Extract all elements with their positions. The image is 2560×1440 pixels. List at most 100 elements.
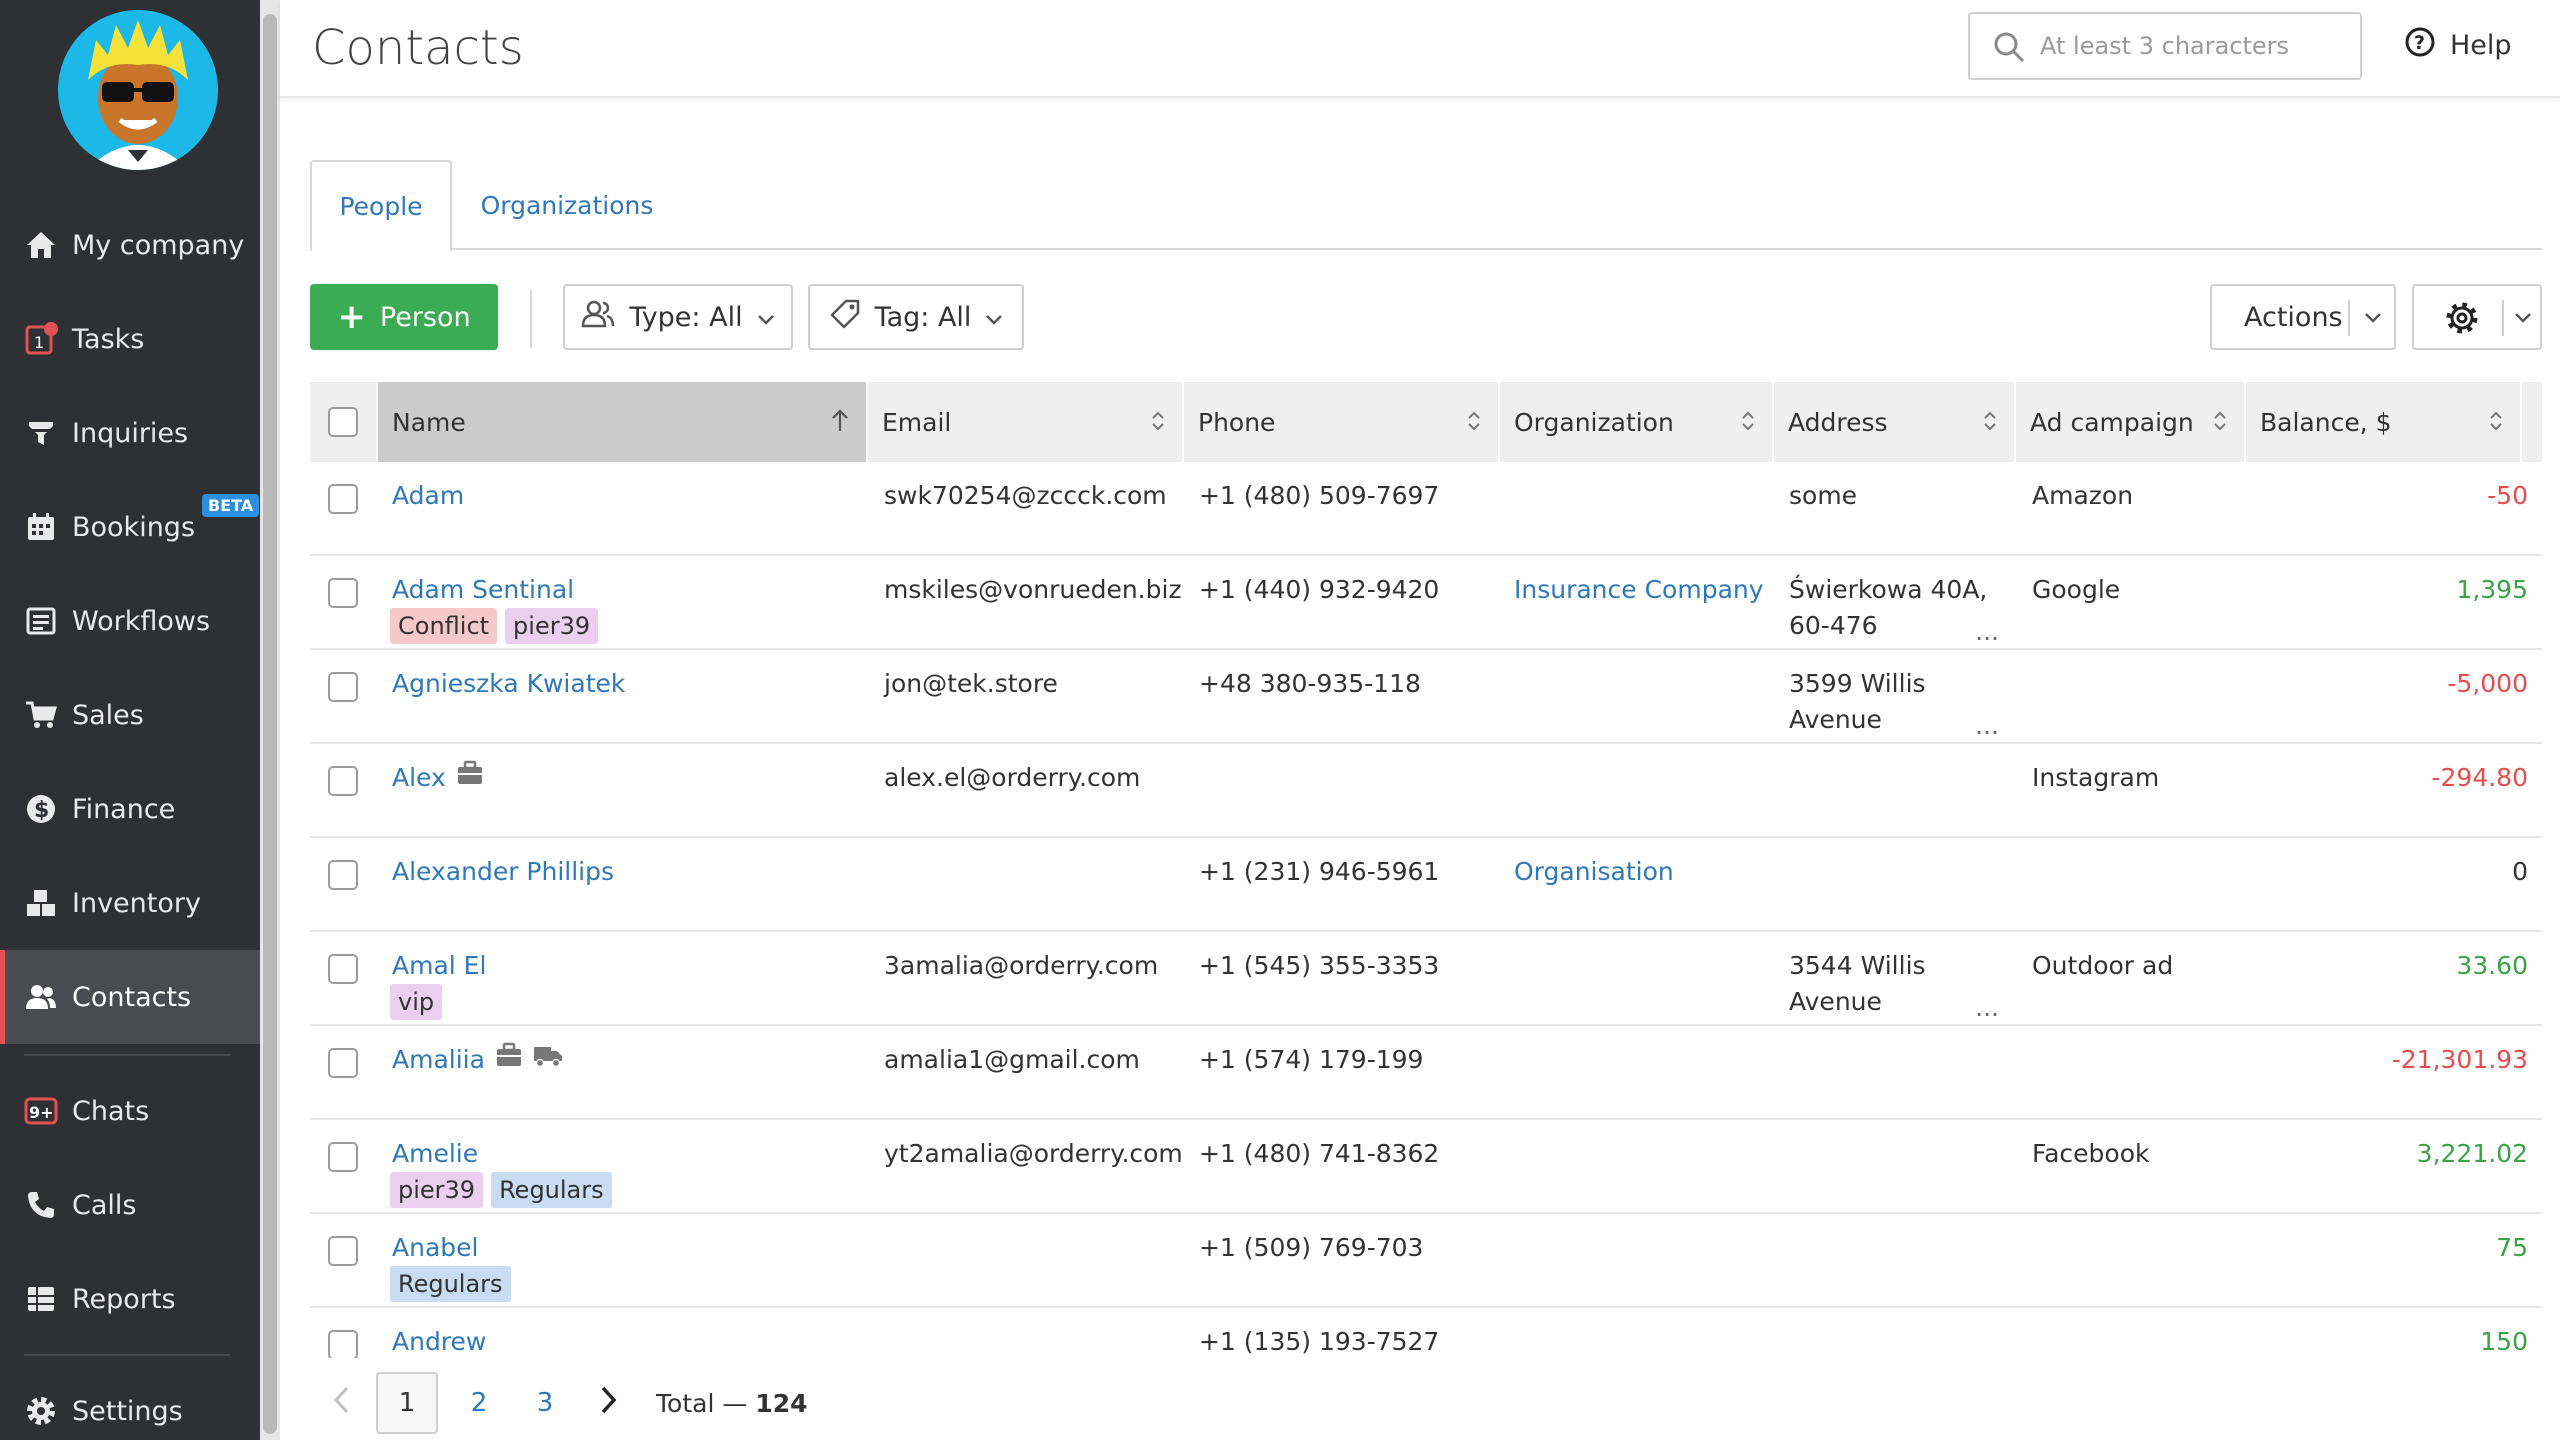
phone-cell: +1 (480) 509-7697: [1199, 481, 1440, 510]
table-row[interactable]: Adam swk70254@zccck.com +1 (480) 509-769…: [310, 462, 2542, 556]
sidebar-item-inquiries[interactable]: Inquiries: [0, 386, 260, 480]
table-header: Name Email Phone Organization Address Ad…: [310, 382, 2542, 462]
column-header-ad-campaign[interactable]: Ad campaign: [2016, 382, 2246, 462]
sidebar-item-my-company[interactable]: My company: [0, 198, 260, 292]
tab-people[interactable]: People: [310, 160, 452, 252]
row-checkbox[interactable]: [328, 766, 358, 796]
contact-name-link[interactable]: Agnieszka Kwiatek: [392, 666, 625, 702]
table-row[interactable]: Alexander Phillips +1 (231) 946-5961 Org…: [310, 838, 2542, 932]
contact-name-link[interactable]: Adam Sentinal: [392, 572, 574, 608]
contact-name-link[interactable]: Amaliia: [392, 1042, 485, 1078]
page-button-1[interactable]: 1: [376, 1372, 438, 1434]
tag-badge[interactable]: vip: [390, 984, 443, 1020]
contact-name-link[interactable]: Adam: [392, 478, 464, 514]
row-checkbox[interactable]: [328, 672, 358, 702]
sort-icon: [1466, 408, 1482, 440]
column-header-organization[interactable]: Organization: [1500, 382, 1774, 462]
contact-name-link[interactable]: Amelie: [392, 1136, 478, 1172]
row-checkbox[interactable]: [328, 578, 358, 608]
tab-organizations[interactable]: Organizations: [472, 160, 662, 250]
row-checkbox[interactable]: [328, 860, 358, 890]
table-row[interactable]: Adam Sentinal Conflict pier39 mskiles@vo…: [310, 556, 2542, 650]
sidebar-item-inventory[interactable]: Inventory: [0, 856, 260, 950]
contact-name-link[interactable]: Andrew: [392, 1324, 486, 1358]
row-checkbox[interactable]: [328, 954, 358, 984]
table-row[interactable]: Anabel Regulars +1 (509) 769-703 75: [310, 1214, 2542, 1308]
sidebar-item-finance[interactable]: $ Finance: [0, 762, 260, 856]
tag-badge[interactable]: pier39: [390, 1172, 484, 1208]
search-input[interactable]: [2040, 14, 2350, 78]
contact-name-link[interactable]: Alexander Phillips: [392, 854, 614, 890]
tag-badge[interactable]: pier39: [505, 608, 599, 644]
address-ellipsis[interactable]: ...: [1975, 614, 1999, 650]
table-row[interactable]: Alex alex.el@orderry.com Instagram -294.…: [310, 744, 2542, 838]
chevron-down-icon[interactable]: [2512, 304, 2534, 339]
ad-campaign-cell: Google: [2032, 575, 2121, 604]
sidebar-item-workflows[interactable]: Workflows: [0, 574, 260, 668]
type-filter-dropdown[interactable]: Type: All: [563, 284, 793, 350]
plus-icon: +: [337, 297, 366, 337]
column-header-name[interactable]: Name: [378, 382, 868, 462]
table-row[interactable]: Amaliia amalia1@gmail.com +1 (574) 179-1…: [310, 1026, 2542, 1120]
add-person-button[interactable]: + Person: [310, 284, 498, 350]
email-cell: mskiles@vonrueden.biz: [884, 575, 1182, 604]
avatar[interactable]: [58, 10, 218, 170]
tag-badge[interactable]: Conflict: [390, 608, 498, 644]
sidebar-item-reports[interactable]: Reports: [0, 1252, 260, 1346]
chevron-down-icon[interactable]: [2362, 304, 2384, 339]
people-outline-icon: [581, 300, 615, 335]
page-button-3[interactable]: 3: [520, 1372, 570, 1434]
tag-badge[interactable]: Regulars: [491, 1172, 612, 1208]
address-ellipsis[interactable]: ...: [1975, 708, 1999, 744]
table-row[interactable]: Andrew +1 (135) 193-7527 150: [310, 1308, 2542, 1358]
search-box[interactable]: [1968, 12, 2362, 80]
next-page-button[interactable]: [592, 1372, 626, 1434]
organization-link[interactable]: Insurance Company: [1514, 572, 1764, 608]
sidebar-item-sales[interactable]: Sales: [0, 668, 260, 762]
sidebar-item-contacts[interactable]: Contacts: [0, 950, 260, 1044]
table-row[interactable]: Amal El vip 3amalia@orderry.com +1 (545)…: [310, 932, 2542, 1026]
column-header-phone[interactable]: Phone: [1184, 382, 1500, 462]
actions-button[interactable]: Actions: [2210, 284, 2396, 350]
sidebar-item-settings[interactable]: Settings: [0, 1364, 260, 1440]
balance-cell: -21,301.93: [2391, 1045, 2528, 1074]
page-button-2[interactable]: 2: [454, 1372, 504, 1434]
column-header-email[interactable]: Email: [868, 382, 1184, 462]
column-header-balance[interactable]: Balance, $: [2246, 382, 2522, 462]
table-row[interactable]: Agnieszka Kwiatek jon@tek.store +48 380-…: [310, 650, 2542, 744]
row-checkbox[interactable]: [328, 484, 358, 514]
table-row[interactable]: Amelie pier39 Regulars yt2amalia@orderry…: [310, 1120, 2542, 1214]
tag-list: Regulars: [390, 1266, 511, 1302]
row-checkbox[interactable]: [328, 1330, 358, 1358]
contact-name-link[interactable]: Amal El: [392, 948, 486, 984]
prev-page-button[interactable]: [326, 1372, 356, 1434]
chevron-right-icon: [600, 1385, 618, 1422]
select-all-checkbox[interactable]: [328, 407, 358, 437]
ad-campaign-cell: Facebook: [2032, 1139, 2150, 1168]
sidebar-item-tasks[interactable]: 1 Tasks: [0, 292, 260, 386]
row-checkbox[interactable]: [328, 1048, 358, 1078]
row-checkbox[interactable]: [328, 1142, 358, 1172]
tag-filter-dropdown[interactable]: Tag: All: [808, 284, 1024, 350]
phone-cell: +1 (440) 932-9420: [1199, 575, 1440, 604]
tag-badge[interactable]: Regulars: [390, 1266, 511, 1302]
table-settings-button[interactable]: [2412, 284, 2542, 350]
sidebar-item-bookings[interactable]: Bookings BETA: [0, 480, 260, 574]
contact-name-link[interactable]: Anabel: [392, 1230, 478, 1266]
help-link[interactable]: ? Help: [2404, 26, 2512, 65]
sidebar-item-calls[interactable]: Calls: [0, 1158, 260, 1252]
email-cell: yt2amalia@orderry.com: [884, 1139, 1183, 1168]
sidebar-scrollbar[interactable]: [260, 0, 280, 1440]
chevron-left-icon: [332, 1385, 350, 1422]
contact-name-link[interactable]: Alex: [392, 760, 446, 796]
row-checkbox[interactable]: [328, 1236, 358, 1266]
balance-cell: 1,395: [2456, 575, 2528, 604]
column-label: Ad campaign: [2030, 407, 2194, 437]
scrollbar-thumb[interactable]: [263, 14, 277, 1434]
organization-link[interactable]: Organisation: [1514, 854, 1674, 890]
split-divider: [2348, 300, 2350, 336]
address-ellipsis[interactable]: ...: [1975, 990, 1999, 1026]
sidebar-item-label: Tasks: [72, 323, 145, 355]
sidebar-item-chats[interactable]: 9+ Chats: [0, 1064, 260, 1158]
column-header-address[interactable]: Address: [1774, 382, 2016, 462]
